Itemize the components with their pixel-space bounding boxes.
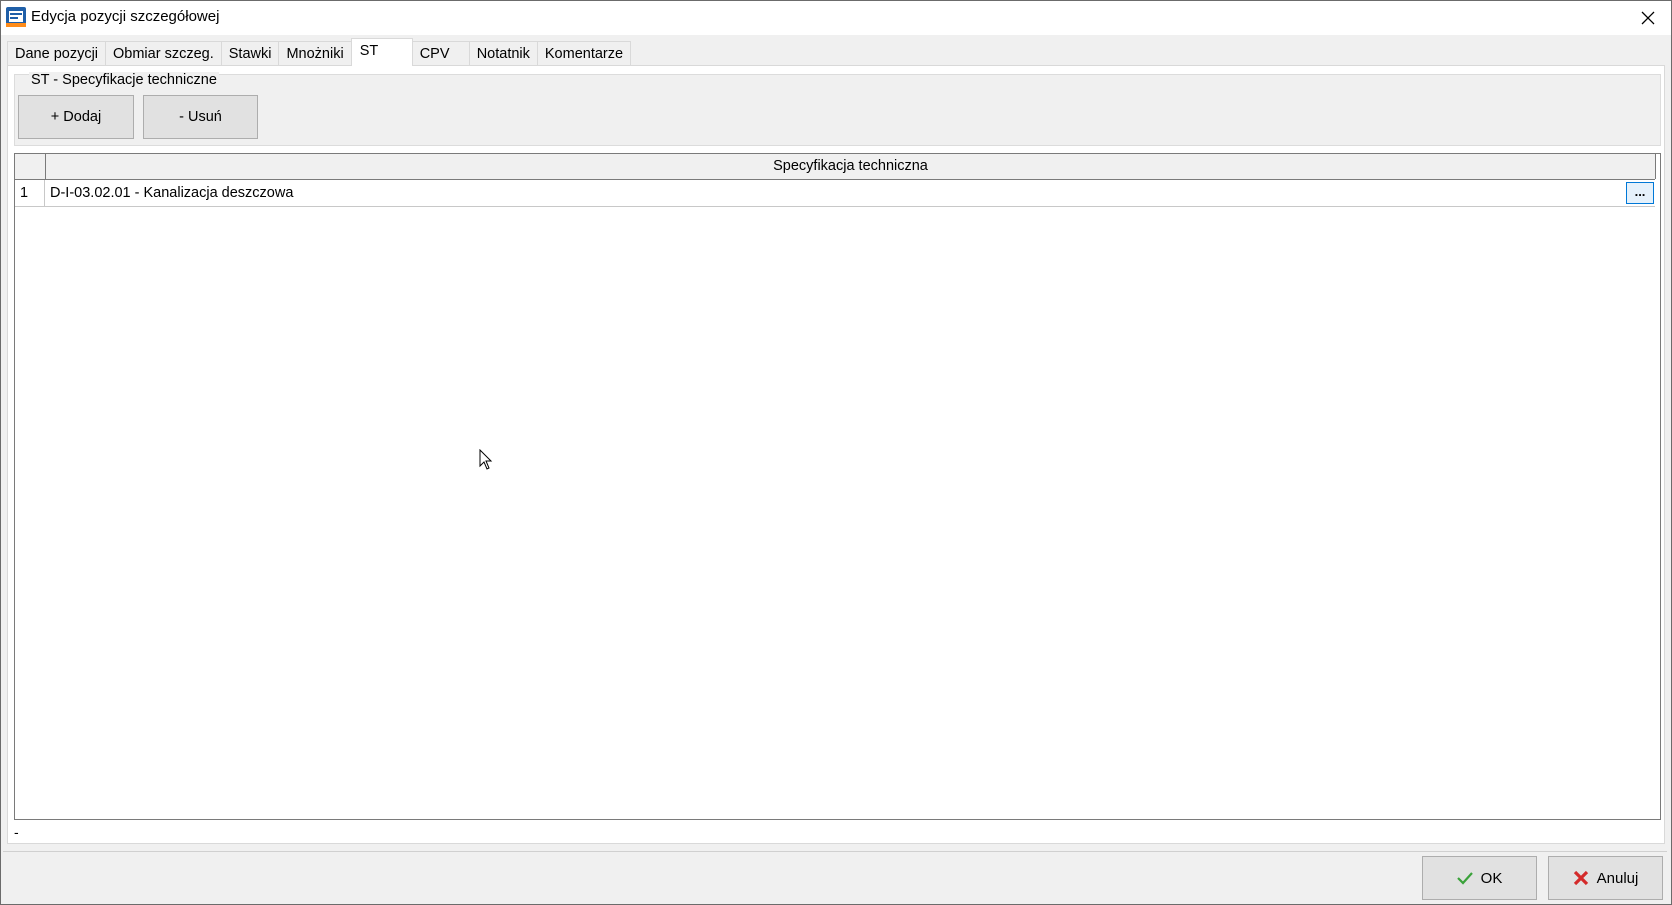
ok-button[interactable]: OK [1422,856,1537,900]
cancel-button[interactable]: Anuluj [1548,856,1663,900]
tab-strip: Dane pozycji Obmiar szczeg. Stawki Mnożn… [7,38,632,66]
dialog-footer: OK Anuluj [3,851,1667,902]
tab-cpv[interactable]: CPV [411,41,470,66]
row-number: 1 [15,180,45,206]
tab-komentarze[interactable]: Komentarze [536,41,632,66]
dialog-window: Edycja pozycji szczegółowej Dane pozycji… [0,0,1672,905]
tab-notatnik[interactable]: Notatnik [468,41,538,66]
close-button[interactable] [1625,1,1671,34]
status-text: - [14,824,19,840]
browse-spec-button[interactable]: ... [1626,182,1654,204]
ok-label: OK [1480,869,1503,887]
remove-button[interactable]: - Usuń [143,95,258,139]
st-groupbox: ST - Specyfikacje techniczne + Dodaj - U… [14,72,1661,146]
tab-panel-st: ST - Specyfikacje techniczne + Dodaj - U… [7,65,1665,844]
row-number-header [15,154,46,179]
cross-icon [1573,870,1588,886]
add-button[interactable]: + Dodaj [18,95,134,139]
spec-grid[interactable]: Specyfikacja techniczna 1 D-I-03.02.01 -… [14,153,1661,820]
app-icon [6,7,26,27]
tab-obmiar-szczeg[interactable]: Obmiar szczeg. [105,41,222,66]
checkmark-icon [1456,872,1473,885]
table-row[interactable]: 1 D-I-03.02.01 - Kanalizacja deszczowa .… [15,180,1655,207]
mouse-cursor-icon [479,449,493,470]
tab-st[interactable]: ST [350,38,413,66]
tab-stawki[interactable]: Stawki [220,41,280,66]
grid-header: Specyfikacja techniczna [15,154,1656,180]
close-icon [1641,11,1655,24]
tab-mnozniki[interactable]: Mnożniki [278,41,352,66]
cancel-label: Anuluj [1596,869,1639,887]
tab-dane-pozycji[interactable]: Dane pozycji [7,41,107,66]
groupbox-title: ST - Specyfikacje techniczne [29,72,219,88]
spec-cell[interactable]: D-I-03.02.01 - Kanalizacja deszczowa [46,180,1625,206]
window-title: Edycja pozycji szczegółowej [31,8,220,25]
column-header-spec[interactable]: Specyfikacja techniczna [46,154,1656,179]
title-bar[interactable]: Edycja pozycji szczegółowej [1,1,1671,35]
